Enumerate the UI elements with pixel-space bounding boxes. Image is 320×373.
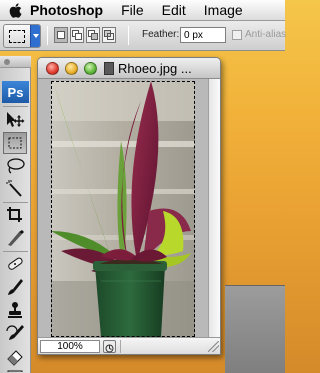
feather-label: Feather: [142,29,180,40]
menu-photoshop[interactable]: Photoshop [30,2,103,18]
menu-image[interactable]: Image [204,2,243,18]
crop-tool[interactable] [3,204,27,226]
new-selection-button[interactable] [54,27,68,43]
vertical-scrollbar[interactable] [208,79,220,337]
intersect-selection-button[interactable] [102,27,116,43]
history-brush-tool[interactable] [3,322,27,344]
chevron-down-icon[interactable] [30,25,40,47]
brush-tool[interactable] [3,276,27,298]
magic-wand-tool-icon [6,180,22,197]
healing-brush-tool[interactable] [3,253,27,275]
palette-header[interactable] [0,56,31,68]
eraser-tool-icon [7,350,23,366]
slice-tool[interactable] [3,227,27,249]
rectangular-marquee-icon [9,30,25,43]
divider [3,251,28,252]
divider [47,26,48,45]
move-tool[interactable] [3,109,27,131]
lasso-tool-icon [7,158,25,174]
tools-palette: Ps [0,56,31,373]
palette-close-icon[interactable] [4,59,10,65]
horizontal-scrollbar[interactable] [120,340,206,353]
antialias-label: Anti-alias [245,29,287,40]
photoshop-logo[interactable]: Ps [2,81,29,103]
close-window-button[interactable] [46,62,59,75]
zoom-window-button[interactable] [84,62,97,75]
healing-brush-tool-icon [8,257,23,270]
brush-tool-icon [8,279,23,295]
document-window: Rhoeo.jpg ... 100% [37,57,221,355]
menu-edit[interactable]: Edit [162,2,186,18]
divider [3,106,28,107]
crop-tool-icon [7,207,22,222]
options-bar: Feather: Anti-alias [0,21,287,51]
minimize-window-button[interactable] [65,62,78,75]
divider [128,26,129,45]
tool-preset-picker[interactable] [3,24,41,48]
document-titlebar[interactable]: Rhoeo.jpg ... [38,58,220,79]
eraser-tool[interactable] [3,345,27,367]
document-image[interactable] [51,81,195,337]
document-canvas-area[interactable] [38,79,208,337]
move-tool-icon [7,112,25,127]
apple-icon [9,2,21,18]
status-menu-icon [105,344,114,353]
zoom-level-field[interactable]: 100% [40,340,100,353]
magic-wand-tool[interactable] [3,178,27,200]
divider [3,202,28,203]
apple-menu[interactable] [0,2,30,18]
status-menu-button[interactable] [103,340,116,353]
add-to-selection-button[interactable] [70,27,84,43]
gradient-tool[interactable] [3,368,27,373]
resize-grip-icon[interactable] [208,341,219,352]
slice-tool-icon [8,230,24,246]
menu-bar: Photoshop File Edit Image [0,0,285,21]
new-selection-icon [57,31,65,39]
rectangular-marquee-tool[interactable] [3,132,27,154]
history-brush-tool-icon [6,325,24,340]
rectangular-marquee-tool-icon [8,137,22,149]
menu-file[interactable]: File [121,2,144,18]
subtract-from-selection-button[interactable] [86,27,100,43]
lasso-tool[interactable] [3,155,27,177]
clone-stamp-tool-icon [8,302,22,318]
document-proxy-icon[interactable] [104,62,114,75]
feather-input[interactable] [180,27,226,43]
document-title: Rhoeo.jpg ... [118,61,192,76]
clone-stamp-tool[interactable] [3,299,27,321]
document-status-bar: 100% [38,337,220,354]
antialias-checkbox[interactable] [232,30,242,40]
gradient-tool-icon [7,370,23,372]
background-panel [225,285,285,373]
